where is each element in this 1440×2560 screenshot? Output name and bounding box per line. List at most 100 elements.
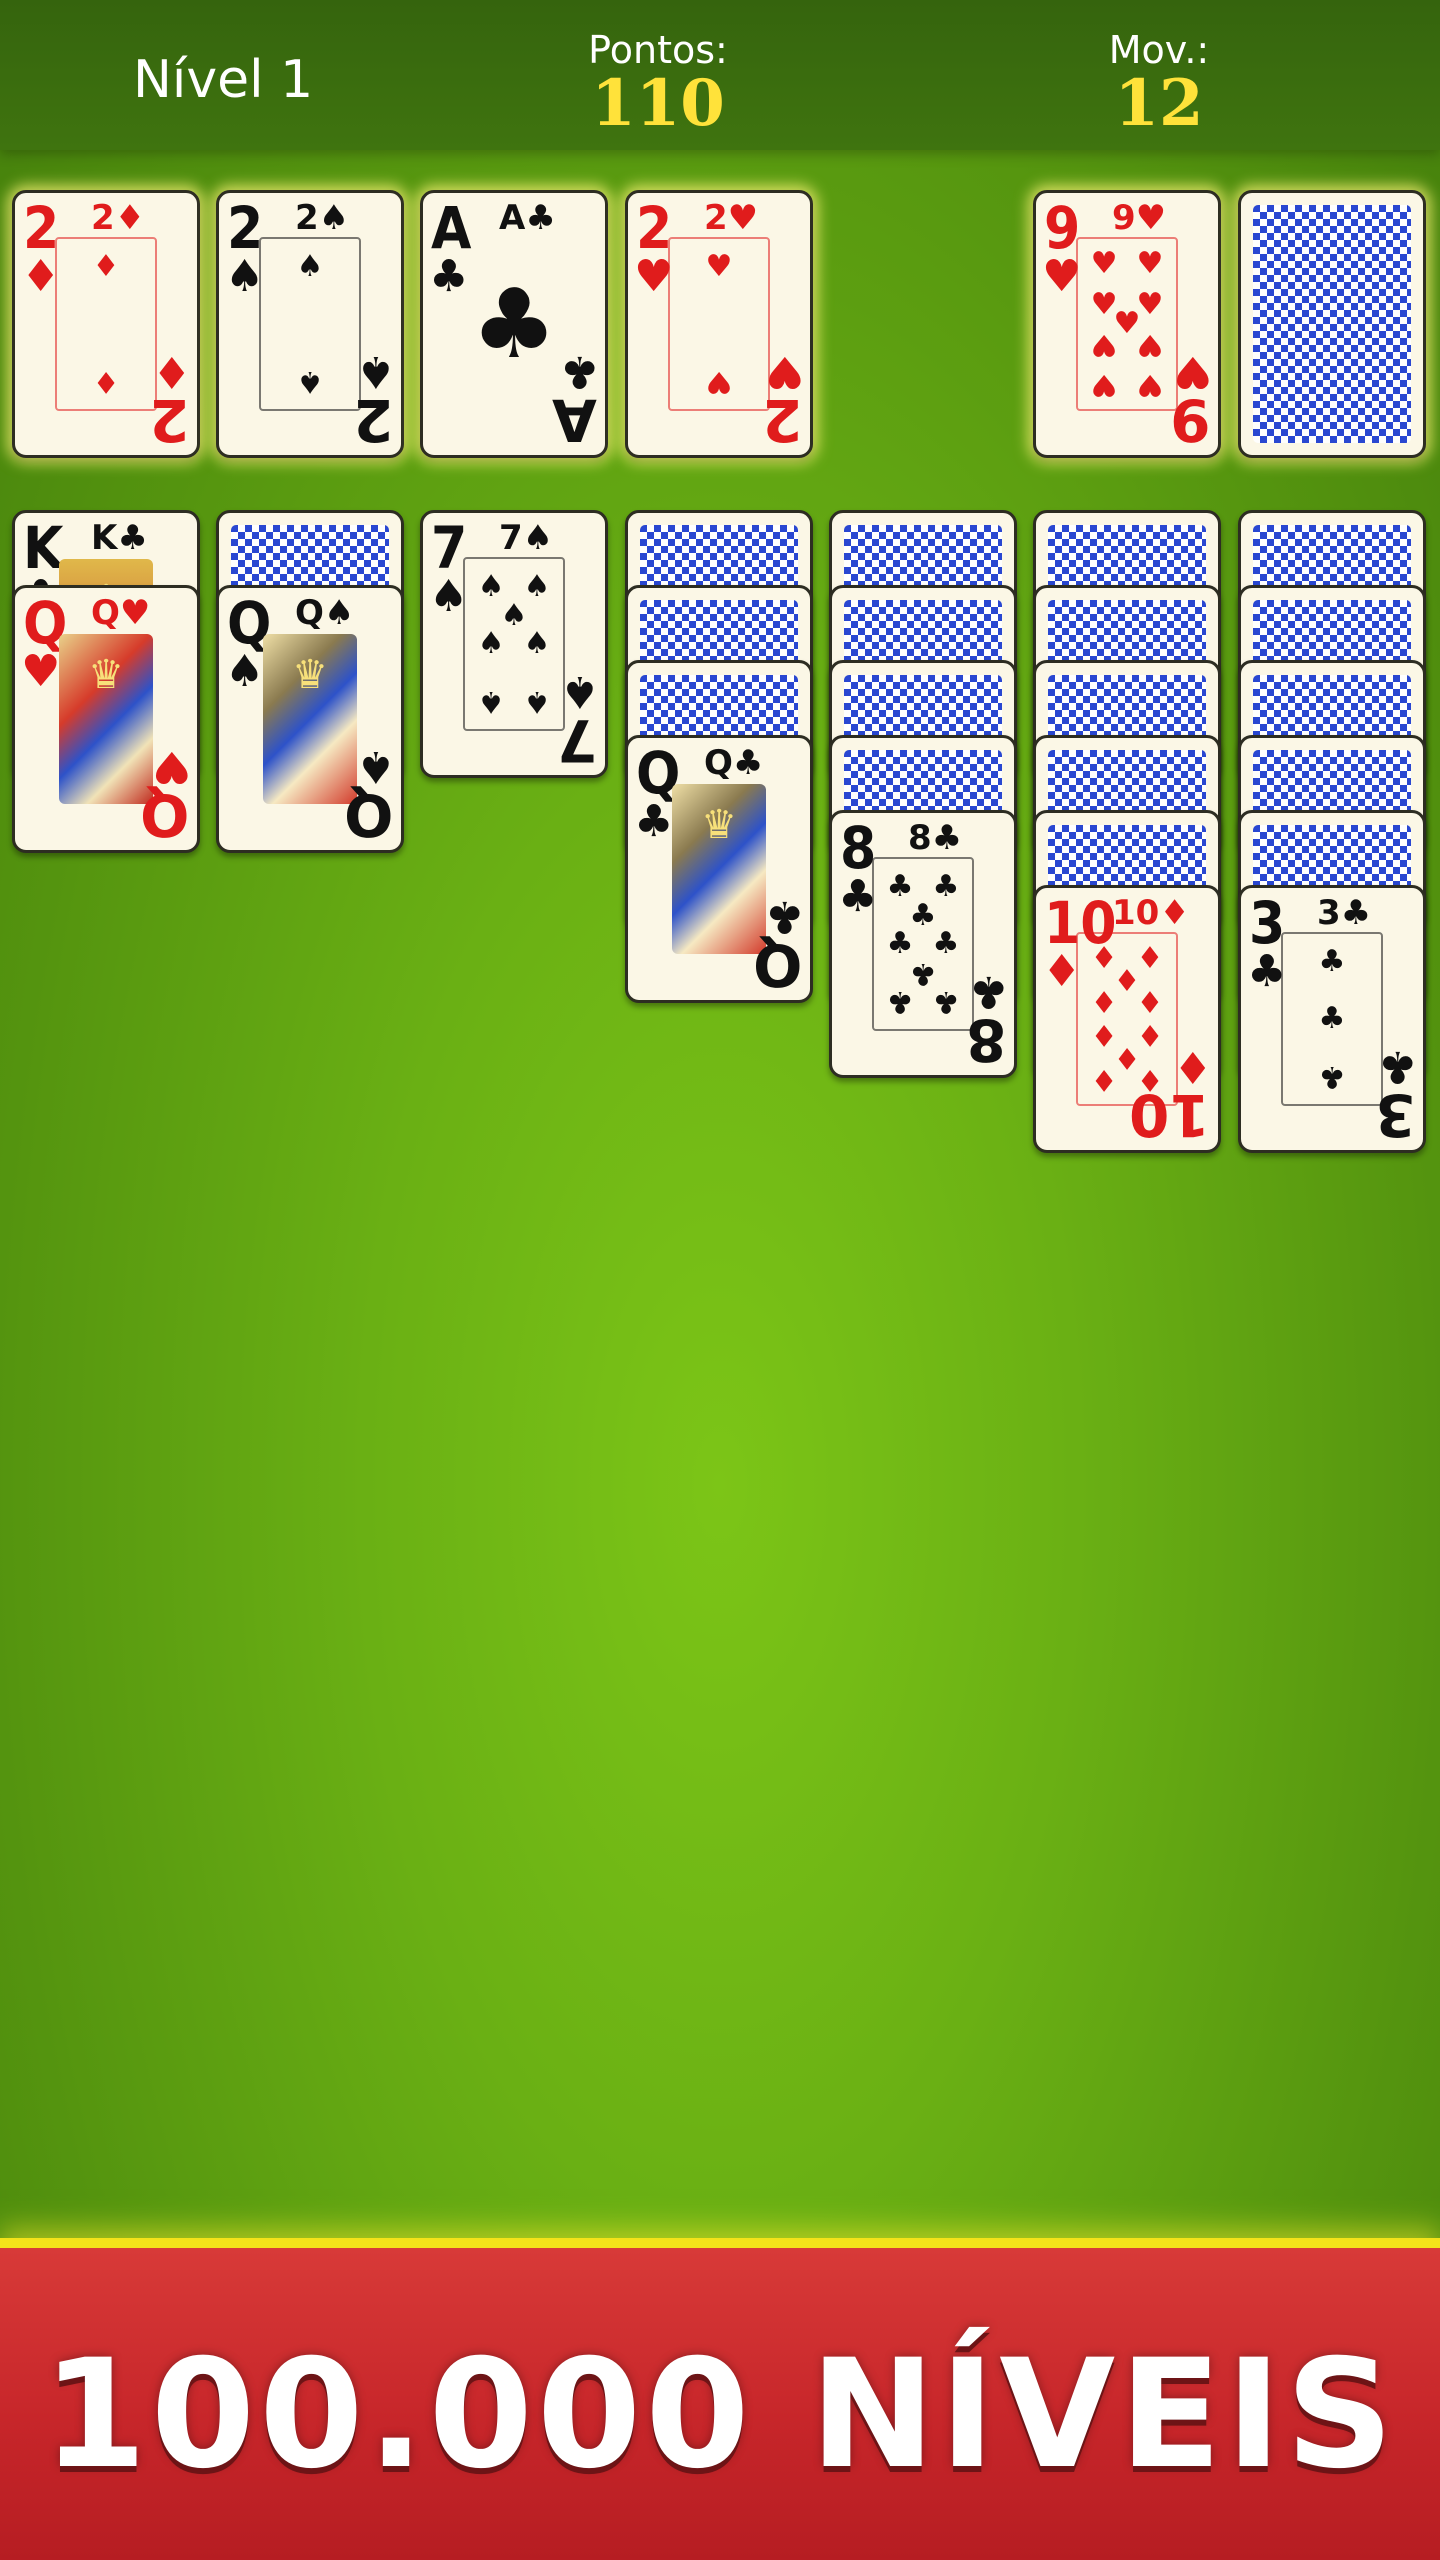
card-pip-icon: ♠ bbox=[477, 626, 505, 661]
card-pip-icon: ♠ bbox=[523, 569, 551, 604]
waste-pile[interactable]: 9 ♥ 9♥ ♥ ♥ ♥ ♥ ♥ ♥ ♥ ♥ ♥ ♥ 9 bbox=[1033, 190, 1221, 458]
card-pip-icon: ♣ bbox=[1318, 1059, 1346, 1094]
tableau-6-card[interactable]: 10 ♦ 10♦ ♦ ♦ ♦ ♦ ♦ ♦ ♦ ♦ ♦ ♦ ♦ 10 bbox=[1033, 885, 1221, 1153]
card-rank-bottom: 2 bbox=[761, 386, 802, 454]
card-corner-index: Q♣ bbox=[704, 743, 764, 783]
card-suit-icon: ♣ bbox=[634, 796, 674, 847]
card-pip-icon: ♥ bbox=[705, 249, 733, 284]
card-pip-icon: ♣ bbox=[1318, 944, 1346, 979]
foundation-pile-2[interactable]: 2 ♠ 2♠ ♠ ♠ ♠ 2 bbox=[216, 190, 404, 458]
card-pip-icon: ♦ bbox=[1136, 1017, 1164, 1052]
card-pip-icon: ♥ bbox=[1090, 326, 1118, 362]
card-suit-icon: ♥ bbox=[21, 646, 61, 697]
card-rank: 3 bbox=[1249, 889, 1286, 957]
card-rank: 9 bbox=[1044, 194, 1081, 262]
card-suit-icon: ♣ bbox=[429, 251, 469, 302]
card-pips: ♥ ♥ bbox=[678, 249, 760, 400]
card-pip-icon: ♣ bbox=[886, 926, 914, 961]
card-suit-icon: ♠ bbox=[225, 646, 265, 697]
crown-icon: ♛ bbox=[88, 652, 124, 698]
card-rank-bottom: 8 bbox=[965, 1006, 1006, 1074]
tableau-5-card[interactable]: 8 ♣ 8♣ ♣ ♣ ♣ ♣ ♣ ♣ ♣ ♣ ♣ 8 bbox=[829, 810, 1017, 1078]
points-value: 110 bbox=[591, 66, 725, 141]
queen-portrait-icon: ♛ bbox=[263, 634, 357, 804]
card-rank-bottom: 10 bbox=[1129, 1081, 1210, 1149]
card-rank: 2 bbox=[23, 194, 60, 262]
card-pip-icon: ♣ bbox=[886, 984, 914, 1019]
card-pip-icon: ♣ bbox=[909, 955, 937, 991]
moves-value: 12 bbox=[1114, 66, 1204, 141]
card-pips: ♥ ♥ ♥ ♥ ♥ ♥ ♥ ♥ ♥ bbox=[1086, 246, 1168, 403]
card-rank: A bbox=[431, 194, 472, 262]
card-rank: 8 bbox=[840, 814, 877, 882]
crown-icon: ♛ bbox=[701, 802, 737, 848]
card-rank-bottom: 7 bbox=[556, 706, 597, 774]
card-rank-bottom: A bbox=[552, 386, 597, 454]
points-display: Pontos: 110 bbox=[508, 28, 808, 136]
card-pips: ♣ ♣ ♣ ♣ ♣ ♣ ♣ ♣ bbox=[882, 869, 964, 1020]
stock-pile[interactable] bbox=[1238, 190, 1426, 458]
card-corner-index: K♣ bbox=[91, 518, 148, 558]
card-pip-icon: ♣ bbox=[932, 984, 960, 1019]
card-pips: ♠ ♠ bbox=[269, 249, 351, 400]
card-pip-icon: ♠ bbox=[523, 626, 551, 661]
foundation-pile-1[interactable]: 2 ♦ 2♦ ♦ ♦ ♦ 2 bbox=[12, 190, 200, 458]
card-rank-bottom: 3 bbox=[1374, 1081, 1415, 1149]
card-pip-icon: ♠ bbox=[477, 684, 505, 719]
card-pips: ♦ ♦ bbox=[65, 249, 147, 400]
card-corner-index: 3♣ bbox=[1317, 893, 1372, 933]
card-corner-index: 10♦ bbox=[1112, 893, 1190, 933]
card-pip-icon: ♦ bbox=[1090, 986, 1118, 1021]
card-corner-index: Q♥ bbox=[91, 593, 151, 633]
foundation-pile-4[interactable]: 2 ♥ 2♥ ♥ ♥ ♥ 2 bbox=[625, 190, 813, 458]
card-pip-icon: ♠ bbox=[296, 249, 324, 284]
card-rank: K bbox=[23, 514, 64, 582]
tableau-1-card[interactable]: Q ♥ Q♥ ♛ ♥ Q bbox=[12, 585, 200, 853]
card-pip-icon: ♠ bbox=[523, 684, 551, 719]
card-pip-icon: ♣ bbox=[932, 926, 960, 961]
card-pip-icon: ♥ bbox=[1136, 246, 1164, 281]
card-pip-icon: ♥ bbox=[1090, 246, 1118, 281]
card-pip-icon: ♠ bbox=[296, 364, 324, 399]
card-pip-icon: ♦ bbox=[1090, 1062, 1118, 1097]
card-rank: 2 bbox=[636, 194, 673, 262]
card-corner-index: 7♠ bbox=[499, 518, 554, 558]
card-corner-index: A♣ bbox=[499, 198, 556, 238]
level-label: Nível 1 bbox=[133, 50, 314, 110]
tableau-3-card[interactable]: 7 ♠ 7♠ ♠ ♠ ♠ ♠ ♠ ♠ ♠ ♠ 7 bbox=[420, 510, 608, 778]
card-rank-bottom: 2 bbox=[148, 386, 189, 454]
card-pip-icon: ♥ bbox=[1136, 286, 1164, 322]
card-corner-index: Q♠ bbox=[295, 593, 355, 633]
promo-banner-text: 100.000 NÍVEIS bbox=[42, 2328, 1398, 2502]
card-pip-icon: ♦ bbox=[1136, 941, 1164, 976]
card-rank-bottom: Q bbox=[139, 781, 189, 849]
card-center-suit-icon: ♣ bbox=[470, 268, 558, 380]
top-bar: Nível 1 Pontos: 110 Mov.: 12 bbox=[0, 0, 1440, 150]
card-rank: 2 bbox=[227, 194, 264, 262]
card-corner-index: 8♣ bbox=[908, 818, 963, 858]
tableau-4-card[interactable]: Q ♣ Q♣ ♛ ♣ Q bbox=[625, 735, 813, 1003]
card-rank: 7 bbox=[431, 514, 468, 582]
card-rank-bottom: 9 bbox=[1169, 386, 1210, 454]
card-corner-index: 2♥ bbox=[704, 198, 759, 238]
foundation-pile-3[interactable]: A ♣ A♣ ♣ ♣ A bbox=[420, 190, 608, 458]
queen-portrait-icon: ♛ bbox=[672, 784, 766, 954]
card-pip-icon: ♦ bbox=[92, 364, 120, 399]
card-pips: ♦ ♦ ♦ ♦ ♦ ♦ ♦ ♦ ♦ ♦ bbox=[1086, 941, 1168, 1098]
card-rank-bottom: 2 bbox=[352, 386, 393, 454]
card-corner-index: 9♥ bbox=[1112, 198, 1167, 238]
tableau-7-card[interactable]: 3 ♣ 3♣ ♣ ♣ ♣ ♣ 3 bbox=[1238, 885, 1426, 1153]
card-pip-icon: ♣ bbox=[932, 869, 960, 904]
card-pip-icon: ♣ bbox=[1318, 1001, 1346, 1036]
tableau-2-card[interactable]: Q ♠ Q♠ ♛ ♠ Q bbox=[216, 585, 404, 853]
card-corner-index: 2♦ bbox=[91, 198, 146, 238]
card-rank-bottom: Q bbox=[752, 931, 802, 999]
promo-banner: 100.000 NÍVEIS bbox=[0, 2238, 1440, 2560]
card-pip-icon: ♦ bbox=[1136, 986, 1164, 1021]
queen-portrait-icon: ♛ bbox=[59, 634, 153, 804]
crown-icon: ♛ bbox=[292, 652, 328, 698]
card-pip-icon: ♥ bbox=[1090, 367, 1118, 402]
card-pip-icon: ♥ bbox=[1136, 326, 1164, 362]
card-pips: ♠ ♠ ♠ ♠ ♠ ♠ ♠ bbox=[473, 569, 555, 720]
card-pip-icon: ♥ bbox=[1136, 367, 1164, 402]
